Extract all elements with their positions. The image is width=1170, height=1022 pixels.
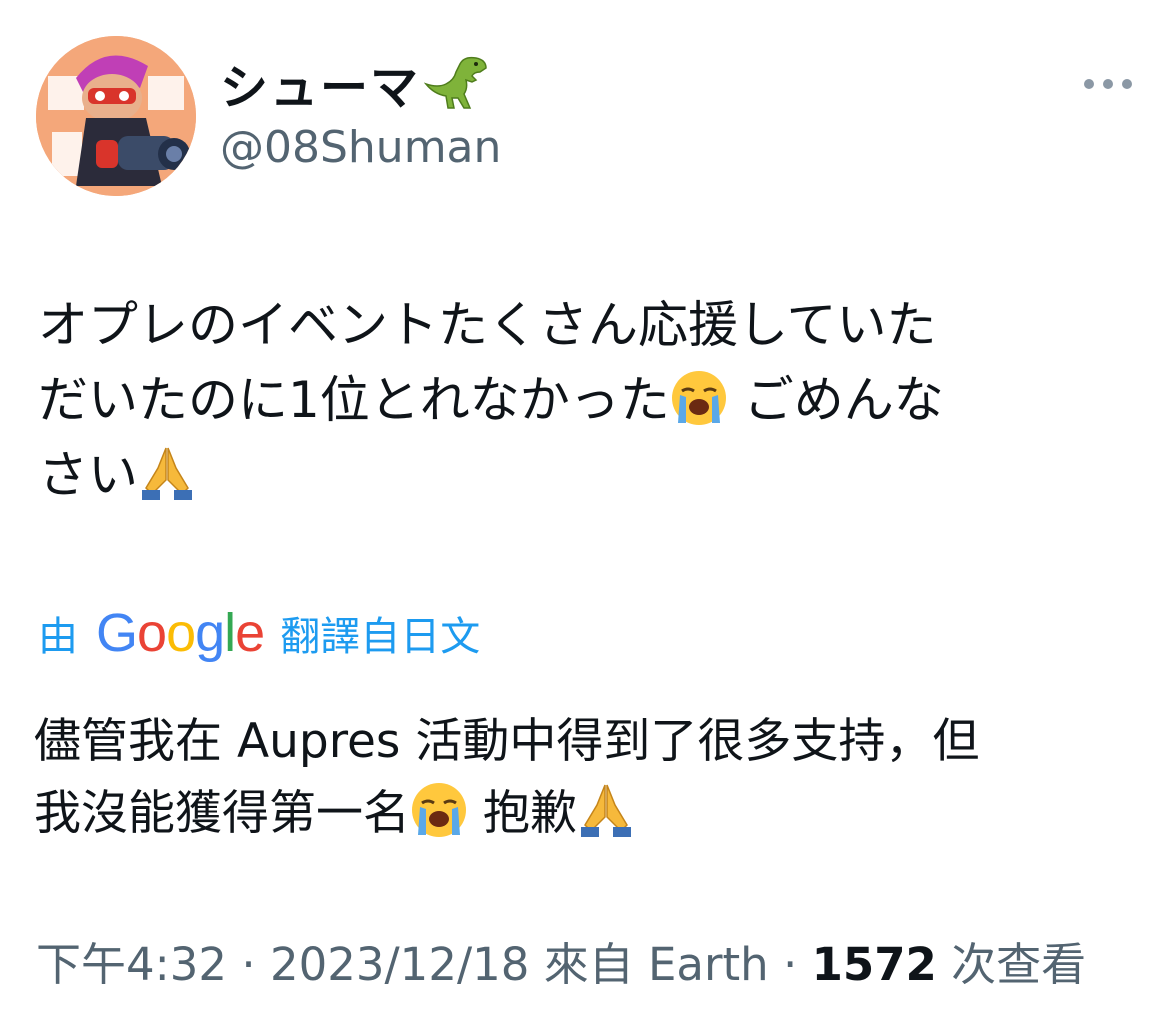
loudly-crying-face-icon bbox=[410, 781, 468, 839]
google-letter: l bbox=[224, 603, 236, 663]
tweet-date[interactable]: 2023/12/18 bbox=[270, 938, 529, 991]
google-letter: o bbox=[137, 603, 167, 663]
tweet-meta: 下午4:32 · 2023/12/18 來自 Earth · 1572 次查看 bbox=[36, 928, 1086, 993]
folded-hands-icon bbox=[577, 781, 635, 839]
tweet-line-2: だいたのに1位とれなかった ごめんな bbox=[38, 369, 944, 429]
separator: · bbox=[782, 938, 798, 991]
google-letter: G bbox=[96, 603, 138, 663]
display-name[interactable]: シューマ bbox=[220, 48, 502, 118]
translation-suffix: 翻譯自日文 bbox=[280, 614, 481, 660]
google-wordmark: Google bbox=[96, 602, 265, 664]
more-options-icon[interactable] bbox=[1084, 64, 1132, 104]
views-count[interactable]: 1572 bbox=[812, 938, 937, 991]
tweet-time[interactable]: 下午4:32 bbox=[36, 938, 227, 991]
tweet-source: 來自 Earth bbox=[543, 938, 769, 991]
folded-hands-icon bbox=[138, 444, 196, 502]
translation-attribution[interactable]: 由 Google 翻譯自日文 bbox=[38, 598, 480, 668]
tweet-line-3: さい bbox=[38, 438, 1128, 513]
translated-line-2: 我沒能獲得第一名 抱歉 bbox=[34, 778, 1134, 850]
views-label: 次查看 bbox=[951, 938, 1087, 991]
handle[interactable]: @08Shuman bbox=[220, 122, 501, 173]
loudly-crying-face-icon bbox=[670, 369, 728, 427]
separator: · bbox=[241, 938, 256, 991]
google-letter: g bbox=[195, 603, 225, 663]
avatar-illustration bbox=[36, 36, 196, 196]
google-letter: o bbox=[166, 603, 196, 663]
translation-prefix: 由 bbox=[38, 614, 78, 660]
google-logo: Google bbox=[96, 602, 265, 664]
translated-text: 儘管我在 Aupres 活動中得到了很多支持，但 我沒能獲得第一名 抱歉 bbox=[34, 706, 1134, 850]
tweet-text: オプレのイベントたくさん応援していた だいたのに1位とれなかった ごめんな さい bbox=[38, 288, 1128, 513]
translated-line-1: 儘管我在 Aupres 活動中得到了很多支持，但 bbox=[34, 714, 980, 769]
tweet-line-1: オプレのイベントたくさん応援していた bbox=[38, 296, 937, 354]
tweet-detail: シューマ @08Shuman オプレのイベントたくさん応援していた だいたのに1… bbox=[0, 0, 1170, 1022]
google-letter: e bbox=[235, 603, 265, 663]
t-rex-icon bbox=[423, 54, 502, 112]
display-name-text: シューマ bbox=[220, 60, 421, 116]
avatar[interactable] bbox=[36, 36, 196, 196]
